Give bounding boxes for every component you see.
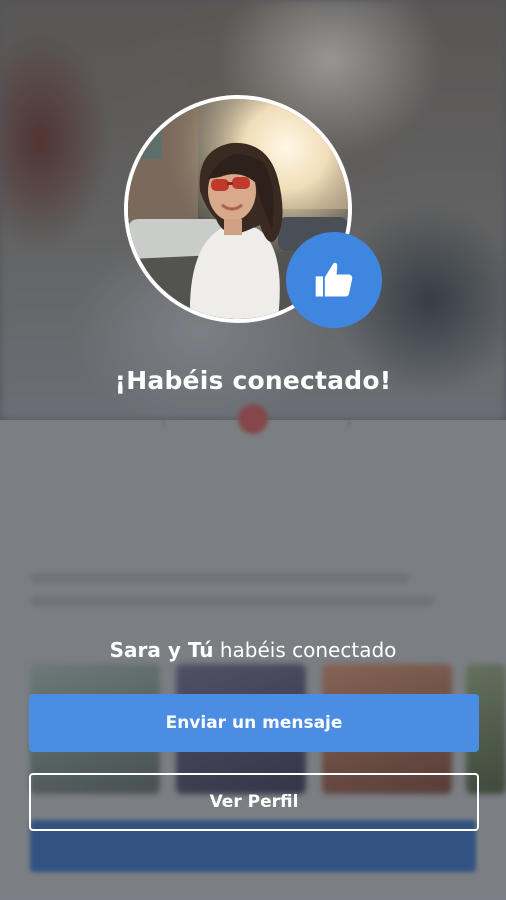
- like-badge: [286, 232, 382, 328]
- view-profile-button[interactable]: Ver Perfil: [29, 773, 479, 831]
- match-headline: ¡Habéis conectado!: [114, 366, 392, 395]
- match-subtitle: Sara y Tú habéis conectado: [0, 638, 506, 662]
- send-message-button[interactable]: Enviar un mensaje: [29, 694, 479, 752]
- match-subtitle-text: habéis conectado: [219, 638, 397, 662]
- thumbs-up-icon: [315, 262, 353, 297]
- match-subtitle-names: Sara y Tú: [109, 638, 214, 662]
